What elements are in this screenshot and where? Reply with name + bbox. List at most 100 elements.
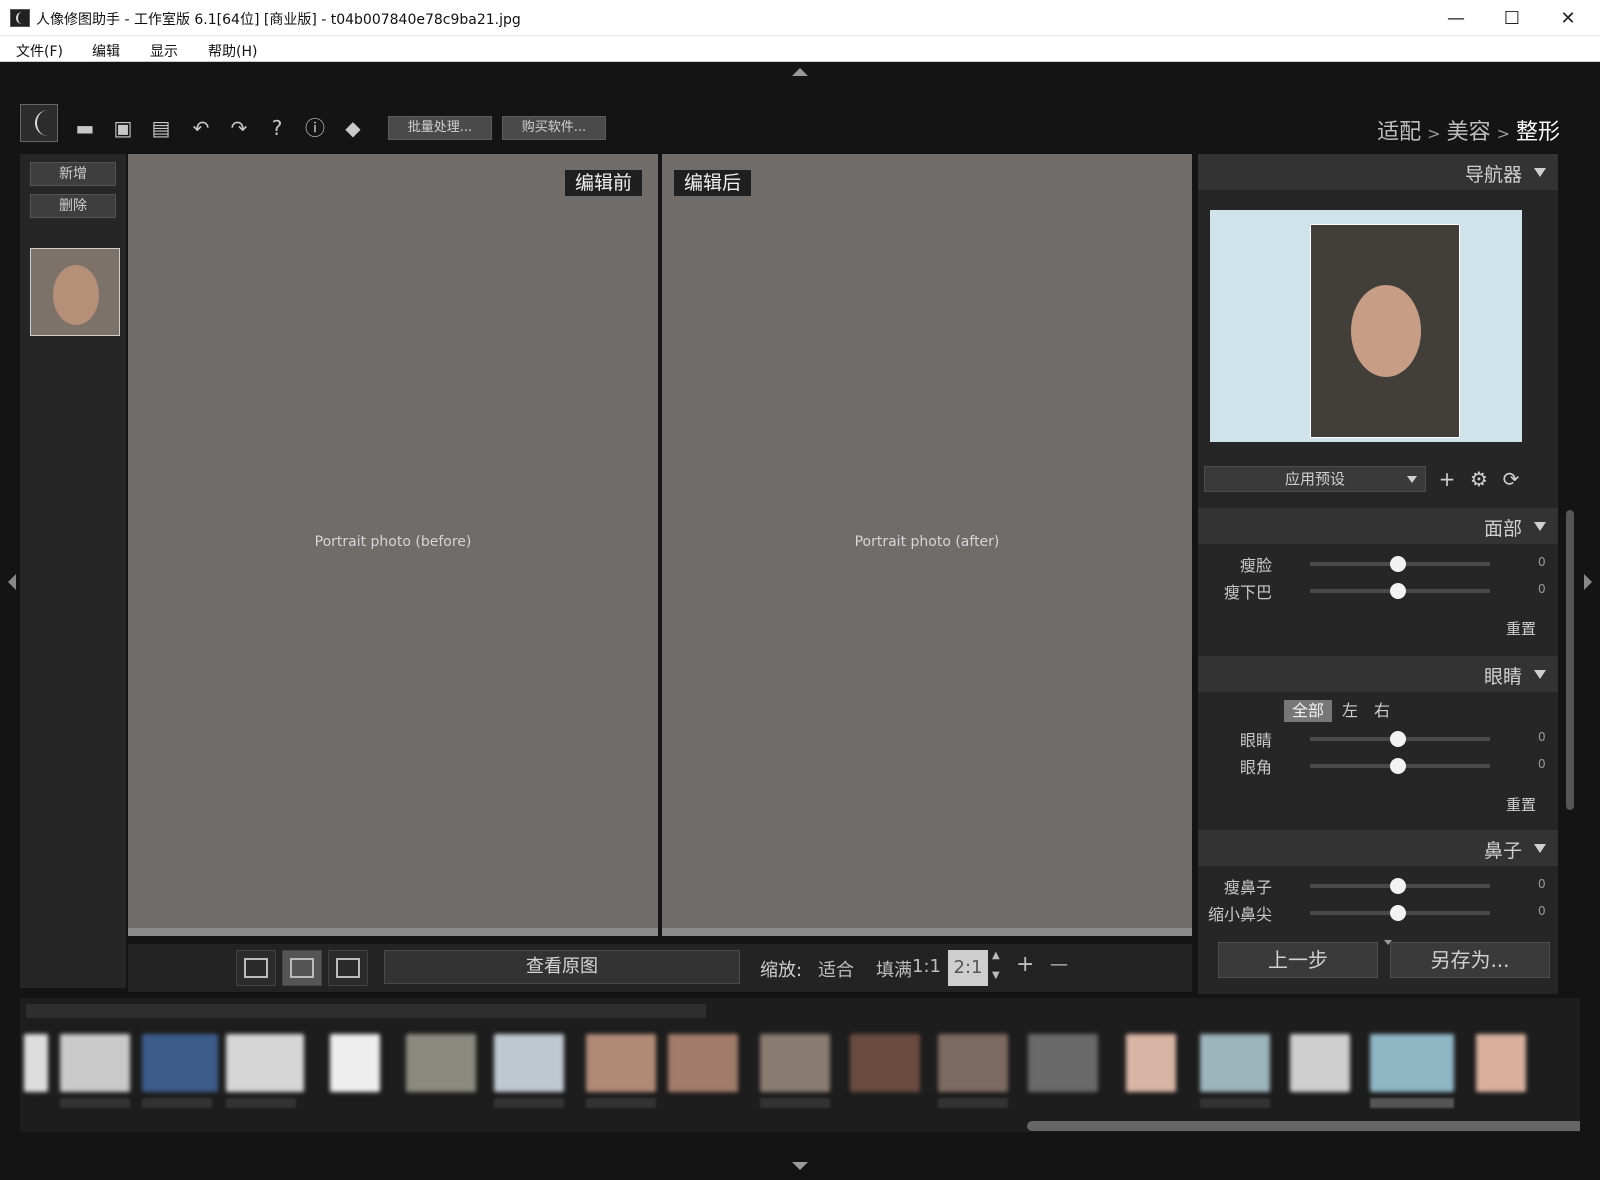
nose-section-header[interactable]: 鼻子 xyxy=(1198,830,1558,866)
redo-icon[interactable]: ↷ xyxy=(226,116,252,140)
breadcrumb-beauty[interactable]: 美容 xyxy=(1447,120,1491,145)
film-thumbnail[interactable] xyxy=(1028,1034,1098,1092)
film-thumbnail[interactable] xyxy=(406,1034,476,1092)
window-title: 人像修图助手 - 工作室版 6.1[64位] [商业版] - t04b00784… xyxy=(36,12,521,28)
collapse-left-arrow-icon[interactable] xyxy=(8,574,16,590)
previous-step-button[interactable]: 上一步 xyxy=(1218,942,1378,978)
menu-help[interactable]: 帮助(H) xyxy=(208,41,257,61)
film-thumbnail[interactable] xyxy=(760,1034,830,1092)
zoom-fill-button[interactable]: 填满 xyxy=(876,956,912,982)
slider-knob[interactable] xyxy=(1390,905,1406,921)
tab-eyes-right[interactable]: 右 xyxy=(1370,700,1394,722)
tab-eyes-left[interactable]: 左 xyxy=(1338,700,1362,722)
filmstrip-scrollbar[interactable] xyxy=(1027,1121,1580,1131)
film-thumbnail[interactable] xyxy=(1290,1034,1350,1092)
navigator-preview[interactable] xyxy=(1210,210,1522,442)
shrink-nose-tip-slider[interactable]: 缩小鼻尖 0 xyxy=(1198,901,1558,925)
film-thumbnail[interactable] xyxy=(494,1034,564,1092)
slider-knob[interactable] xyxy=(1390,878,1406,894)
slider-knob[interactable] xyxy=(1390,731,1406,747)
navigator-header[interactable]: 导航器 xyxy=(1198,154,1558,190)
breadcrumb-separator: > xyxy=(1427,124,1441,143)
film-caption xyxy=(586,1098,656,1108)
film-thumbnail[interactable] xyxy=(586,1034,656,1092)
face-reset-button[interactable]: 重置 xyxy=(1506,618,1536,639)
split-horizontal-view-button[interactable] xyxy=(328,950,368,986)
open-folder-icon[interactable]: ▬ xyxy=(72,116,98,140)
tab-eyes-all[interactable]: 全部 xyxy=(1284,700,1332,722)
film-thumbnail[interactable] xyxy=(24,1034,48,1092)
film-thumbnail[interactable] xyxy=(850,1034,920,1092)
undo-icon[interactable]: ↶ xyxy=(188,116,214,140)
slider-knob[interactable] xyxy=(1390,758,1406,774)
film-thumbnail[interactable] xyxy=(1200,1034,1270,1092)
face-section-header[interactable]: 面部 xyxy=(1198,508,1558,544)
slim-nose-slider[interactable]: 瘦鼻子 0 xyxy=(1198,874,1558,898)
slider-value: 0 xyxy=(1538,877,1546,891)
after-view[interactable]: Portrait photo (after) 编辑后 xyxy=(662,154,1192,936)
slider-label: 瘦脸 xyxy=(1239,556,1272,575)
collapse-bottom-arrow-icon[interactable] xyxy=(792,1162,808,1170)
apply-preset-select[interactable]: 应用预设 xyxy=(1204,466,1426,492)
film-thumbnail[interactable] xyxy=(60,1034,130,1092)
thumbnail-face-placeholder xyxy=(53,265,99,325)
menu-view[interactable]: 显示 xyxy=(150,41,178,61)
gear-icon[interactable]: ⚙ xyxy=(1466,466,1492,492)
refresh-icon[interactable]: ⟳ xyxy=(1498,466,1524,492)
film-thumbnail[interactable] xyxy=(1476,1034,1526,1092)
batch-process-button[interactable]: 批量处理... xyxy=(388,116,492,140)
film-thumbnail[interactable] xyxy=(142,1034,218,1092)
collapse-right-arrow-icon[interactable] xyxy=(1584,574,1592,590)
eyes-reset-button[interactable]: 重置 xyxy=(1506,794,1536,815)
slim-face-slider[interactable]: 瘦脸 0 xyxy=(1198,552,1558,576)
collapse-top-arrow-icon[interactable] xyxy=(792,68,808,76)
eye-corner-slider[interactable]: 眼角 0 xyxy=(1198,754,1558,778)
zoom-out-button[interactable]: — xyxy=(1050,954,1068,975)
buy-software-button[interactable]: 购买软件... xyxy=(502,116,606,140)
right-panel-scrollbar[interactable] xyxy=(1566,510,1574,810)
add-preset-icon[interactable]: + xyxy=(1434,466,1460,492)
zoom-down-icon[interactable]: ▼ xyxy=(992,970,1000,981)
save-as-button[interactable]: 另存为... xyxy=(1390,942,1550,978)
eye-size-slider[interactable]: 眼睛 0 xyxy=(1198,727,1558,751)
film-thumbnail[interactable] xyxy=(938,1034,1008,1092)
film-thumbnail[interactable] xyxy=(330,1034,380,1092)
zoom-fit-button[interactable]: 适合 xyxy=(818,956,854,982)
menu-edit[interactable]: 编辑 xyxy=(92,41,120,61)
zoom-value-field[interactable]: 2:1 xyxy=(948,950,988,986)
navigator-viewport-frame[interactable] xyxy=(1310,224,1460,438)
split-vertical-view-button[interactable] xyxy=(282,950,322,986)
help-icon[interactable]: ? xyxy=(264,116,290,140)
save-as-icon[interactable]: ▤ xyxy=(148,116,174,140)
save-icon[interactable]: ▣ xyxy=(110,116,136,140)
film-thumbnail-selected[interactable] xyxy=(1370,1034,1454,1092)
zoom-1-1-button[interactable]: 1:1 xyxy=(912,956,941,977)
slim-chin-slider[interactable]: 瘦下巴 0 xyxy=(1198,579,1558,603)
film-thumbnail[interactable] xyxy=(668,1034,738,1092)
close-button[interactable]: ✕ xyxy=(1540,0,1596,36)
plugin-icon[interactable]: ◆ xyxy=(340,116,366,140)
single-view-button[interactable] xyxy=(236,950,276,986)
before-view[interactable]: Portrait photo (before) 编辑前 xyxy=(128,154,658,936)
zoom-in-button[interactable]: + xyxy=(1016,952,1034,977)
add-photo-button[interactable]: 新增 xyxy=(30,162,116,186)
slider-knob[interactable] xyxy=(1390,556,1406,572)
zoom-up-icon[interactable]: ▲ xyxy=(992,950,1000,961)
view-original-button[interactable]: 查看原图 xyxy=(384,950,740,984)
film-thumbnail[interactable] xyxy=(1126,1034,1176,1092)
delete-photo-button[interactable]: 删除 xyxy=(30,194,116,218)
photo-thumbnail[interactable] xyxy=(30,248,120,336)
maximize-button[interactable]: ☐ xyxy=(1484,0,1540,36)
view-bar: 查看原图 缩放: 适合 填满 1:1 2:1 ▲ ▼ + — xyxy=(128,944,1192,992)
info-icon[interactable]: ⓘ xyxy=(302,116,328,140)
menu-file[interactable]: 文件(F) xyxy=(16,41,63,61)
slider-value: 0 xyxy=(1538,904,1546,918)
chevron-down-icon xyxy=(1407,476,1417,483)
eyes-section-header[interactable]: 眼睛 xyxy=(1198,656,1558,692)
slider-knob[interactable] xyxy=(1390,583,1406,599)
breadcrumb-reshape[interactable]: 整形 xyxy=(1516,120,1560,145)
slider-value: 0 xyxy=(1538,582,1546,596)
breadcrumb-fit[interactable]: 适配 xyxy=(1377,120,1421,145)
minimize-button[interactable]: — xyxy=(1428,0,1484,36)
film-thumbnail[interactable] xyxy=(226,1034,304,1092)
